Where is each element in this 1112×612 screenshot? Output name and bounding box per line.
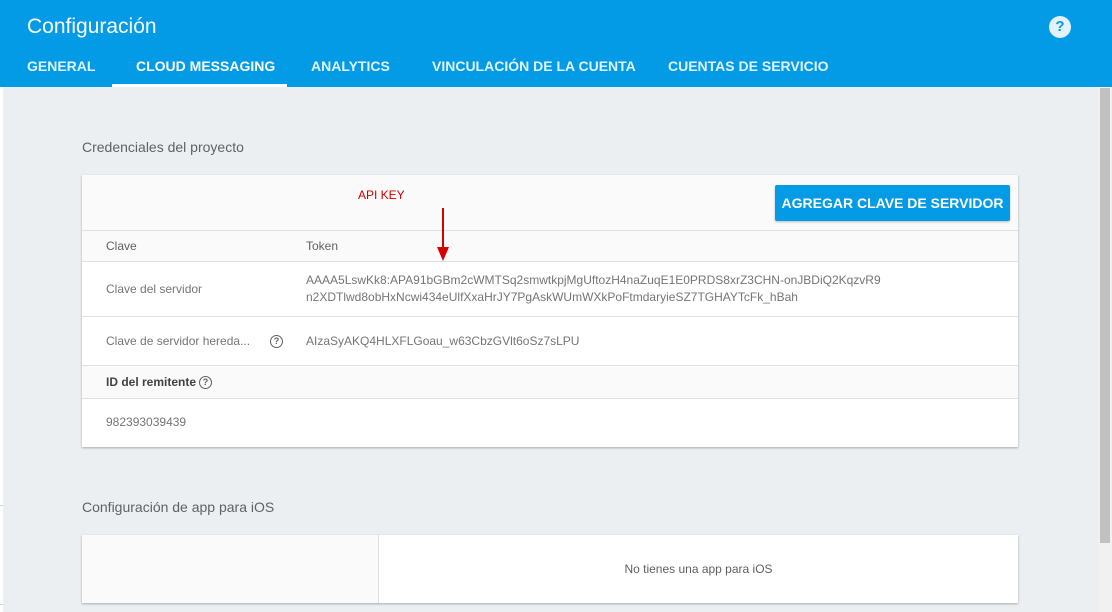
api-key-annotation: API KEY [358,188,405,202]
help-icon[interactable]: ? [199,376,212,389]
table-row: Clave del servidor AAAA5LswKk8:APA91bGBm… [82,262,1018,317]
tab-account-linking[interactable]: VINCULACIÓN DE LA CUENTA [432,48,636,87]
card-toolbar: AGREGAR CLAVE DE SERVIDOR [82,175,1018,231]
sender-id-value[interactable]: 982393039439 [106,415,186,429]
left-edge [0,87,3,612]
server-key-token[interactable]: AAAA5LswKk8:APA91bGBm2cWMTSq2smwtkpjMgUf… [306,272,946,306]
credentials-card: AGREGAR CLAVE DE SERVIDOR Clave Token Cl… [82,175,1018,447]
ios-card: No tienes una app para iOS [82,535,1018,603]
help-icon[interactable]: ? [270,335,283,348]
sender-id-header: ID del remitente ? [82,366,1018,399]
tab-analytics[interactable]: ANALYTICS [311,48,390,87]
page-title: Configuración [27,15,157,38]
add-server-key-button[interactable]: AGREGAR CLAVE DE SERVIDOR [775,185,1010,221]
tab-bar: GENERAL CLOUD MESSAGING ANALYTICS VINCUL… [0,48,1112,87]
column-header-token: Token [306,239,339,253]
tab-cloud-messaging[interactable]: CLOUD MESSAGING [136,48,275,87]
scrollbar-thumb[interactable] [1100,88,1110,543]
table-header: Clave Token [82,231,1018,262]
ios-card-sidebar [82,535,379,603]
column-header-key: Clave [106,239,137,253]
server-key-token-line1: AAAA5LswKk8:APA91bGBm2cWMTSq2smwtkpjMgUf… [306,273,881,287]
legacy-key-label: Clave de servidor hereda... [106,334,251,348]
legacy-key-token[interactable]: AIzaSyAKQ4HLXFLGoau_w63CbzGVlt6oSz7sLPU [306,334,579,348]
sender-id-label: ID del remitente [106,375,197,389]
arrow-down-icon [437,247,449,261]
app-header: Configuración ? GENERAL CLOUD MESSAGING … [0,0,1112,87]
tab-general[interactable]: GENERAL [27,48,95,87]
credentials-section-title: Credenciales del proyecto [82,139,244,155]
server-key-label: Clave del servidor [106,282,203,296]
help-circle-icon[interactable]: ? [1049,16,1071,38]
table-row: 982393039439 [82,399,1018,447]
active-tab-indicator [112,84,287,87]
annotation-arrow [442,208,444,248]
table-row: Clave de servidor hereda... ? AIzaSyAKQ4… [82,317,1018,366]
ios-section-title: Configuración de app para iOS [82,499,275,515]
tab-service-accounts[interactable]: CUENTAS DE SERVICIO [668,48,829,87]
server-key-token-line2: n2XDTlwd8obHxNcwi434eUlfXxaHrJY7PgAskWUm… [306,290,798,304]
ios-empty-message: No tienes una app para iOS [624,562,773,576]
